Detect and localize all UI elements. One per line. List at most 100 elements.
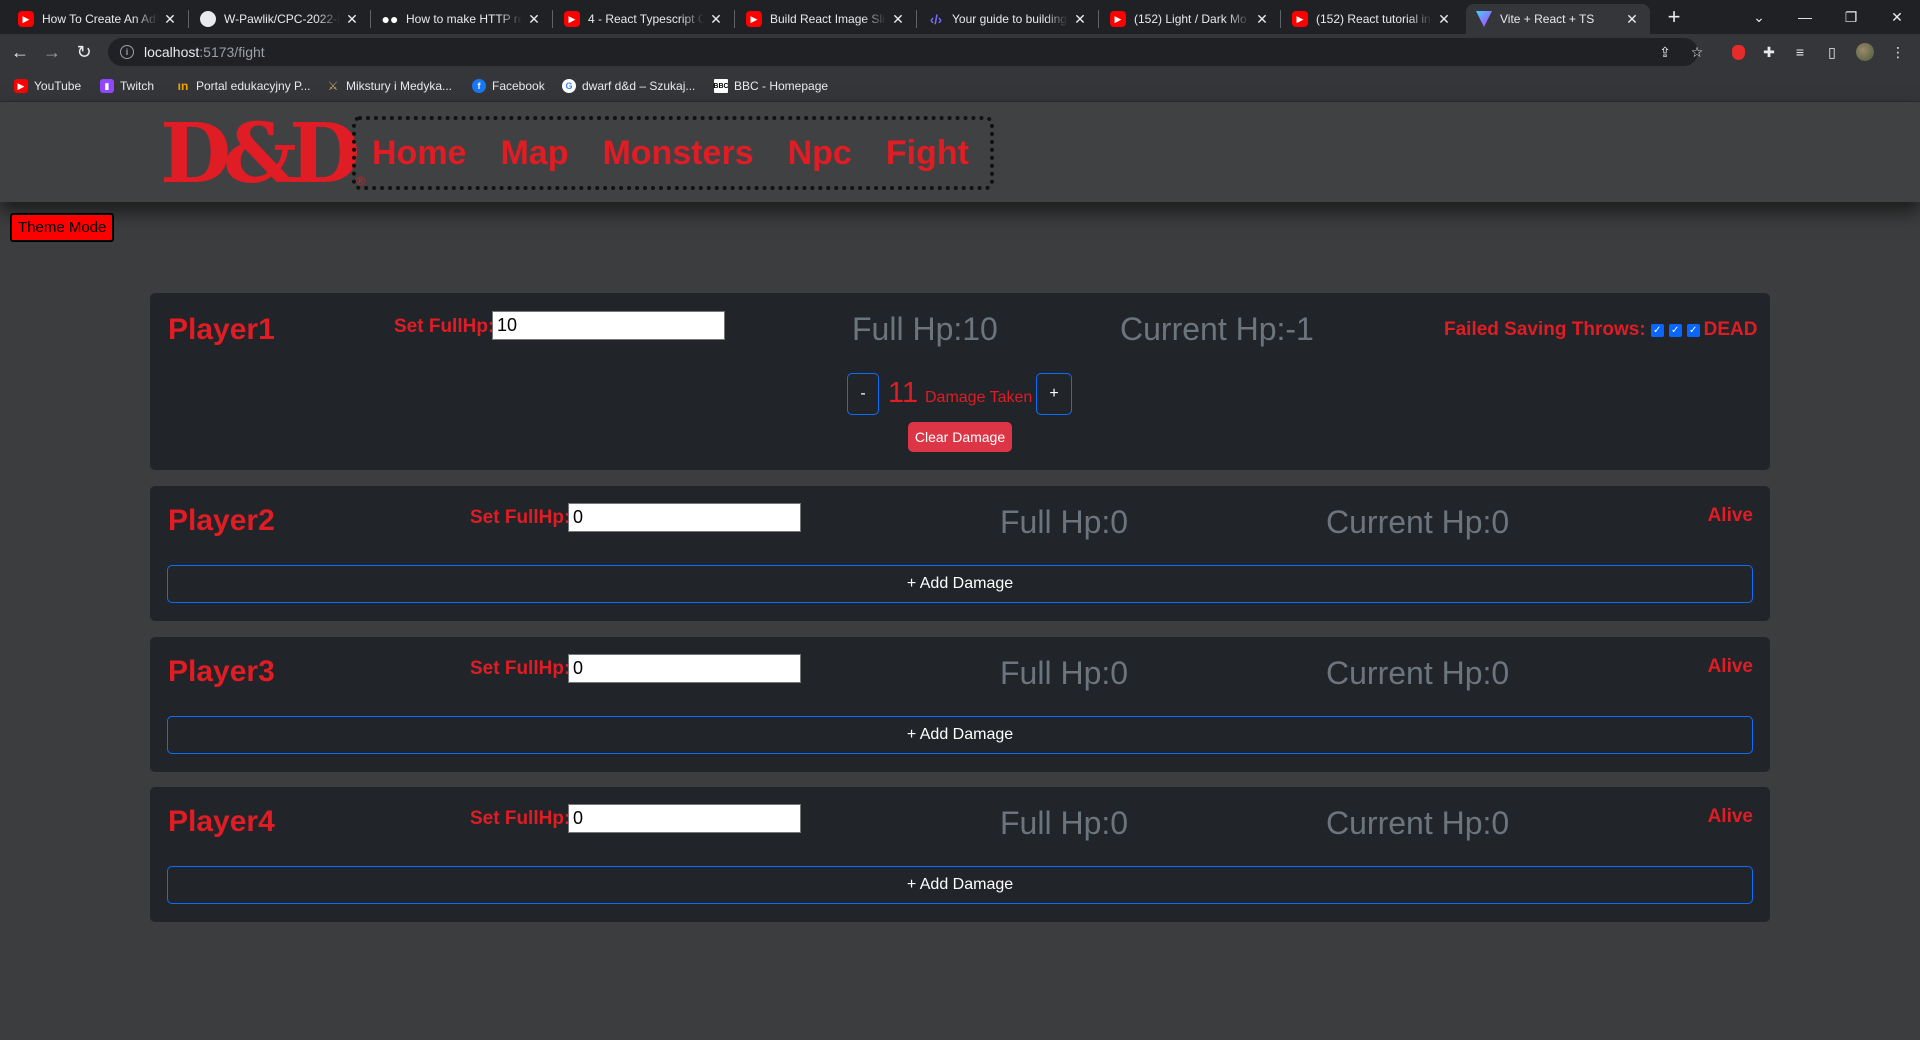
full-hp-input[interactable] bbox=[568, 654, 801, 683]
theme-mode-button[interactable]: Theme Mode bbox=[10, 213, 115, 242]
saving-throw-checkbox[interactable]: ✓ bbox=[1668, 323, 1682, 337]
extensions-puzzle-icon[interactable]: ✚ bbox=[1759, 42, 1779, 62]
tab-title: Vite + React + TS bbox=[1500, 12, 1595, 26]
browser-toolbar: ← → ↻ i localhost:5173/fight ⇪ ☆ ✚ ≡ ▯ ⋮ bbox=[0, 34, 1920, 70]
media-queue-icon[interactable]: ≡ bbox=[1790, 42, 1810, 62]
facebook-icon: f bbox=[472, 79, 486, 93]
bookmark-facebook[interactable]: f Facebook bbox=[472, 77, 545, 95]
browser-tab[interactable]: W-Pawlik/CPC-2022-P ✕ bbox=[190, 4, 370, 34]
close-icon[interactable]: ✕ bbox=[344, 11, 360, 28]
clear-damage-button[interactable]: Clear Damage bbox=[908, 422, 1012, 452]
close-icon[interactable]: ✕ bbox=[526, 11, 542, 28]
bookmark-label: Twitch bbox=[120, 79, 155, 93]
browser-tab[interactable]: ▶ (152) Light / Dark Mo ✕ bbox=[1100, 4, 1280, 34]
bookmark-label: YouTube bbox=[34, 79, 82, 93]
browser-tab[interactable]: ●● How to make HTTP re ✕ bbox=[372, 4, 552, 34]
browser-tab[interactable]: ▶ 4 - React Typescript Cr ✕ bbox=[554, 4, 734, 34]
nav-link-fight[interactable]: Fight bbox=[886, 134, 969, 173]
extension-shield-icon[interactable] bbox=[1728, 42, 1748, 62]
dev-icon: ‹/› bbox=[929, 11, 943, 27]
bookmark-label: Portal edukacyjny P... bbox=[196, 79, 311, 93]
decrease-damage-button[interactable]: - bbox=[847, 373, 879, 415]
github-icon bbox=[200, 11, 216, 27]
bookmark-youtube[interactable]: ▶ YouTube bbox=[14, 77, 81, 95]
restore-icon[interactable]: ❐ bbox=[1828, 0, 1874, 34]
minimize-icon[interactable]: — bbox=[1782, 0, 1828, 34]
profile-avatar[interactable] bbox=[1855, 42, 1875, 62]
share-icon[interactable]: ⇪ bbox=[1655, 42, 1675, 62]
damage-value: 11 bbox=[888, 377, 919, 409]
bookmark-label: BBC - Homepage bbox=[734, 79, 829, 93]
kebab-menu-icon[interactable]: ⋮ bbox=[1888, 42, 1908, 62]
tab-title: How to make HTTP re bbox=[406, 12, 522, 26]
player-card-3: Player3 Set FullHp: Full Hp:0 Current Hp… bbox=[150, 637, 1770, 772]
reload-icon[interactable]: ↻ bbox=[72, 40, 96, 64]
nav-link-home[interactable]: Home bbox=[372, 134, 466, 173]
browser-tab[interactable]: ‹/› Your guide to building ✕ bbox=[918, 4, 1098, 34]
alive-status: Alive bbox=[1707, 656, 1753, 677]
saving-throw-checkbox[interactable]: ✓ bbox=[1686, 323, 1700, 337]
full-hp-input[interactable] bbox=[568, 804, 801, 833]
google-icon: G bbox=[562, 79, 576, 93]
browser-tab-strip: ▶ How To Create An Adv ✕ W-Pawlik/CPC-20… bbox=[0, 0, 1920, 34]
close-icon[interactable]: ✕ bbox=[1254, 11, 1270, 28]
medium-icon: ●● bbox=[381, 11, 399, 27]
bookmarks-bar: ▶ YouTube ▮ Twitch ın Portal edukacyjny P..… bbox=[0, 70, 1920, 102]
current-hp-display: Current Hp:0 bbox=[1326, 655, 1510, 691]
forward-arrow-icon[interactable]: → bbox=[40, 40, 64, 64]
twitch-icon: ▮ bbox=[100, 79, 114, 93]
site-info-icon[interactable]: i bbox=[120, 45, 134, 59]
add-damage-button[interactable]: + Add Damage bbox=[167, 866, 1753, 904]
bookmark-google-search[interactable]: Gdwarf d&d – Szukaj... bbox=[562, 77, 695, 95]
bookmark-bbc[interactable]: BBC BBC - Homepage bbox=[713, 77, 829, 95]
bookmark-portal[interactable]: ın Portal edukacyjny P... bbox=[176, 77, 311, 95]
increase-damage-button[interactable]: + bbox=[1036, 373, 1072, 415]
bookmark-star-icon[interactable]: ☆ bbox=[1687, 42, 1707, 62]
bookmark-label: Mikstury i Medyka... bbox=[346, 79, 453, 93]
vite-icon bbox=[1476, 11, 1492, 27]
full-hp-input[interactable] bbox=[568, 503, 801, 532]
back-arrow-icon[interactable]: ← bbox=[8, 40, 32, 64]
bookmark-label: dwarf d&d – Szukaj... bbox=[582, 79, 696, 93]
close-icon[interactable]: ✕ bbox=[162, 11, 178, 28]
bbc-icon: BBC bbox=[713, 79, 729, 93]
browser-tab[interactable]: ▶ Build React Image Slid ✕ bbox=[736, 4, 916, 34]
address-bar[interactable]: i localhost:5173/fight bbox=[108, 38, 1698, 66]
tab-title: (152) Light / Dark Mo bbox=[1134, 12, 1247, 26]
saving-throw-checkbox[interactable]: ✓ bbox=[1650, 323, 1664, 337]
close-icon[interactable]: ✕ bbox=[708, 11, 724, 28]
dnd-logo[interactable]: D&D ® bbox=[160, 110, 365, 198]
add-damage-button[interactable]: + Add Damage bbox=[167, 565, 1753, 603]
close-icon[interactable]: ✕ bbox=[1072, 11, 1088, 28]
close-icon[interactable]: ✕ bbox=[1624, 11, 1640, 28]
set-full-hp-label: Set FullHp: bbox=[470, 658, 571, 679]
nav-link-map[interactable]: Map bbox=[500, 134, 568, 173]
tab-search-chevron-icon[interactable]: ⌄ bbox=[1736, 0, 1782, 34]
full-hp-display: Full Hp:0 bbox=[1000, 504, 1129, 540]
alive-status: Alive bbox=[1707, 806, 1753, 827]
nav-link-npc[interactable]: Npc bbox=[788, 134, 852, 173]
bookmark-mikstury[interactable]: ⚔ Mikstury i Medyka... bbox=[326, 77, 452, 95]
current-hp-display: Current Hp:0 bbox=[1326, 504, 1510, 540]
current-hp-display: Current Hp:0 bbox=[1326, 805, 1510, 841]
bookmark-twitch[interactable]: ▮ Twitch bbox=[100, 77, 154, 95]
bookmark-label: Facebook bbox=[492, 79, 545, 93]
close-icon[interactable]: ✕ bbox=[890, 11, 906, 28]
nav-link-monsters[interactable]: Monsters bbox=[602, 134, 753, 173]
new-tab-button[interactable]: + bbox=[1660, 4, 1688, 30]
full-hp-display: Full Hp:0 bbox=[1000, 805, 1129, 841]
window-close-icon[interactable]: ✕ bbox=[1874, 0, 1920, 34]
saving-throws-status: Failed Saving Throws: ✓ ✓ ✓ DEAD bbox=[1444, 319, 1758, 341]
set-full-hp-label: Set FullHp: bbox=[394, 316, 495, 337]
side-panel-icon[interactable]: ▯ bbox=[1822, 42, 1842, 62]
browser-tab-active[interactable]: Vite + React + TS ✕ bbox=[1466, 4, 1650, 34]
close-icon[interactable]: ✕ bbox=[1436, 11, 1452, 28]
add-damage-button[interactable]: + Add Damage bbox=[167, 716, 1753, 754]
full-hp-input[interactable] bbox=[492, 311, 725, 340]
player-name: Player4 bbox=[168, 805, 275, 838]
browser-tab[interactable]: ▶ (152) React tutorial in ✕ bbox=[1282, 4, 1462, 34]
tab-title: W-Pawlik/CPC-2022-P bbox=[224, 12, 340, 26]
browser-tab[interactable]: ▶ How To Create An Adv ✕ bbox=[8, 4, 188, 34]
set-full-hp-label: Set FullHp: bbox=[470, 808, 571, 829]
player-name: Player1 bbox=[168, 313, 275, 346]
